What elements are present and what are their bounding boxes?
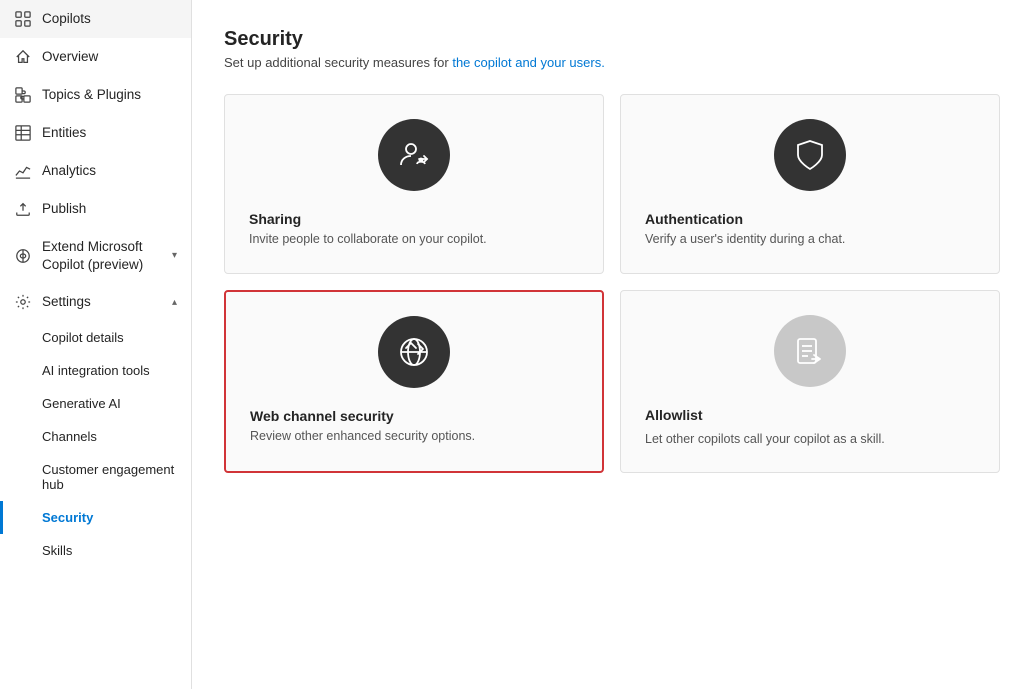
card-authentication-desc: Verify a user's identity during a chat. (645, 231, 845, 249)
chevron-up-icon: ▴ (172, 297, 177, 308)
sidebar-label-settings: Settings (42, 293, 162, 311)
sidebar-label-entities: Entities (42, 124, 177, 142)
sidebar-sub-label-security: Security (42, 510, 93, 525)
sidebar-label-topics: Topics & Plugins (42, 86, 177, 104)
allowlist-icon-circle (774, 315, 846, 387)
sidebar-item-analytics[interactable]: Analytics (0, 152, 191, 190)
sidebar-item-settings[interactable]: Settings ▴ (0, 283, 191, 321)
sidebar-sub-label-ai-integration: AI integration tools (42, 363, 150, 378)
sidebar-sub-copilot-details[interactable]: Copilot details (0, 321, 191, 354)
extend-icon (14, 247, 32, 265)
puzzle-icon (14, 86, 32, 104)
subtitle-link[interactable]: the copilot and your users. (452, 55, 604, 70)
sidebar-sub-label-copilot-details: Copilot details (42, 330, 124, 345)
sidebar-label-publish: Publish (42, 200, 177, 218)
card-allowlist-desc: Let other copilots call your copilot as … (645, 431, 885, 449)
sidebar-label-copilots: Copilots (42, 10, 177, 28)
sidebar-item-overview[interactable]: Overview (0, 38, 191, 76)
card-sharing-desc: Invite people to collaborate on your cop… (249, 231, 487, 249)
card-web-channel-security[interactable]: Web channel security Review other enhanc… (224, 290, 604, 474)
page-title: Security (224, 28, 1000, 51)
sidebar-sub-customer-engagement[interactable]: Customer engagement hub (0, 453, 191, 501)
grid-icon (14, 10, 32, 28)
sidebar-sub-ai-integration[interactable]: AI integration tools (0, 354, 191, 387)
sidebar-sub-label-channels: Channels (42, 429, 97, 444)
card-allowlist[interactable]: Allowlist Let other copilots call your c… (620, 290, 1000, 474)
main-content: Security Set up additional security meas… (192, 0, 1032, 689)
sidebar-sub-label-customer-engagement: Customer engagement hub (42, 462, 177, 492)
page-subtitle: Set up additional security measures for … (224, 55, 1000, 70)
card-allowlist-title: Allowlist (645, 407, 703, 423)
subtitle-pre: Set up additional security measures for (224, 55, 452, 70)
table-icon (14, 124, 32, 142)
sidebar-sub-label-skills: Skills (42, 543, 72, 558)
sidebar-sub-security[interactable]: Security (0, 501, 191, 534)
card-web-channel-title: Web channel security (250, 408, 394, 424)
card-authentication[interactable]: Authentication Verify a user's identity … (620, 94, 1000, 274)
allowlist-header: Allowlist (645, 407, 703, 427)
card-sharing-title: Sharing (249, 211, 301, 227)
sidebar-item-publish[interactable]: Publish (0, 190, 191, 228)
gear-icon (14, 293, 32, 311)
sidebar-item-entities[interactable]: Entities (0, 114, 191, 152)
sidebar-label-analytics: Analytics (42, 162, 177, 180)
chevron-down-icon: ▾ (172, 250, 177, 261)
sidebar-label-overview: Overview (42, 48, 177, 66)
sidebar-sub-label-generative-ai: Generative AI (42, 396, 121, 411)
upload-icon (14, 200, 32, 218)
sidebar-item-topics[interactable]: Topics & Plugins (0, 76, 191, 114)
sidebar-sub-generative-ai[interactable]: Generative AI (0, 387, 191, 420)
sidebar-label-extend: Extend Microsoft Copilot (preview) (42, 238, 162, 273)
sidebar: Copilots Overview Topics & Plugins (0, 0, 192, 689)
sidebar-item-extend-copilot[interactable]: Extend Microsoft Copilot (preview) ▾ (0, 228, 191, 283)
card-sharing[interactable]: Sharing Invite people to collaborate on … (224, 94, 604, 274)
sidebar-sub-skills[interactable]: Skills (0, 534, 191, 567)
card-authentication-title: Authentication (645, 211, 743, 227)
card-web-channel-desc: Review other enhanced security options. (250, 428, 475, 446)
cards-grid: Sharing Invite people to collaborate on … (224, 94, 1000, 473)
sidebar-sub-channels[interactable]: Channels (0, 420, 191, 453)
web-channel-security-icon-circle (378, 316, 450, 388)
sidebar-item-copilots[interactable]: Copilots (0, 0, 191, 38)
chart-icon (14, 162, 32, 180)
home-icon (14, 48, 32, 66)
authentication-icon-circle (774, 119, 846, 191)
sharing-icon-circle (378, 119, 450, 191)
